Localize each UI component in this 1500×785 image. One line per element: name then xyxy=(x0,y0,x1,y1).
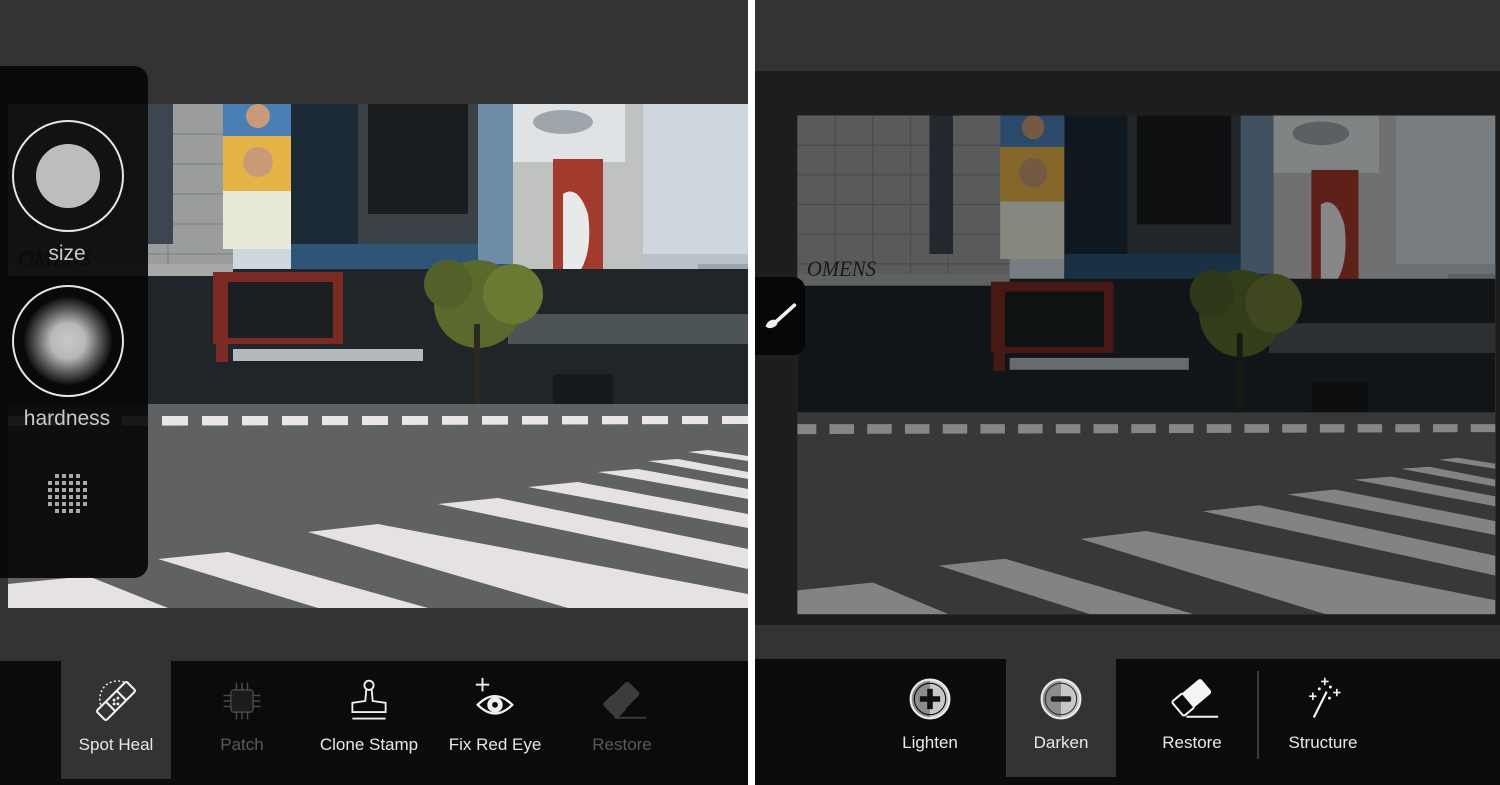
tool-lighten[interactable]: Lighten xyxy=(875,659,985,777)
tool-restore[interactable]: Restore xyxy=(567,661,677,779)
tool-structure[interactable]: Structure xyxy=(1268,659,1378,777)
street-photo-darkened xyxy=(755,71,1500,625)
bandage-icon xyxy=(96,680,136,721)
light-toolbar: Lighten Darken Restore Structure xyxy=(755,659,1500,785)
brush-size-control[interactable] xyxy=(12,120,124,232)
brush-size-label: size xyxy=(48,242,86,265)
tool-label: Patch xyxy=(220,735,264,754)
brush-settings-panel: size hardness xyxy=(0,66,148,578)
paintbrush-icon xyxy=(765,303,797,329)
eye-plus-icon xyxy=(475,677,514,715)
mask-overlay-toggle[interactable] xyxy=(44,469,92,517)
tool-label: Darken xyxy=(1033,733,1089,752)
dot-grid-icon xyxy=(48,474,87,513)
magic-wand-icon xyxy=(1309,677,1341,718)
brush-size-icon xyxy=(36,144,100,208)
minus-circle-icon xyxy=(1040,678,1082,720)
patch-icon xyxy=(223,682,261,720)
brush-hardness-icon xyxy=(24,297,112,385)
brush-hardness-label: hardness xyxy=(23,407,111,430)
eraser-icon xyxy=(603,681,647,719)
brush-hardness-control[interactable] xyxy=(12,285,124,397)
eraser-icon xyxy=(1171,679,1219,718)
tool-label: Restore xyxy=(592,735,652,754)
light-adjust-screen: Lighten Darken Restore Structure xyxy=(755,0,1500,785)
toolbar-divider xyxy=(1257,671,1259,759)
tool-restore[interactable]: Restore xyxy=(1137,659,1247,777)
tool-label: Spot Heal xyxy=(78,735,154,754)
brush-button[interactable] xyxy=(755,277,805,355)
tool-fix-red-eye[interactable]: Fix Red Eye xyxy=(440,661,550,779)
tool-label: Fix Red Eye xyxy=(448,735,542,754)
plus-circle-icon xyxy=(909,678,951,720)
tool-label: Restore xyxy=(1162,733,1222,752)
tool-label: Clone Stamp xyxy=(319,735,419,754)
tool-patch[interactable]: Patch xyxy=(187,661,297,779)
healing-toolbar: Spot Heal Patch Clone Stamp Fix Red Eye … xyxy=(0,661,748,785)
spot-heal-screen: size hardness Spot Heal Patch Clone Stam… xyxy=(0,0,748,785)
tool-darken[interactable]: Darken xyxy=(1006,659,1116,777)
photo-canvas[interactable] xyxy=(755,71,1500,625)
tool-spot-heal[interactable]: Spot Heal xyxy=(61,661,171,779)
tool-label: Structure xyxy=(1288,733,1358,752)
tool-label: Lighten xyxy=(902,733,958,752)
stamp-icon xyxy=(351,679,387,720)
tool-clone-stamp[interactable]: Clone Stamp xyxy=(314,661,424,779)
